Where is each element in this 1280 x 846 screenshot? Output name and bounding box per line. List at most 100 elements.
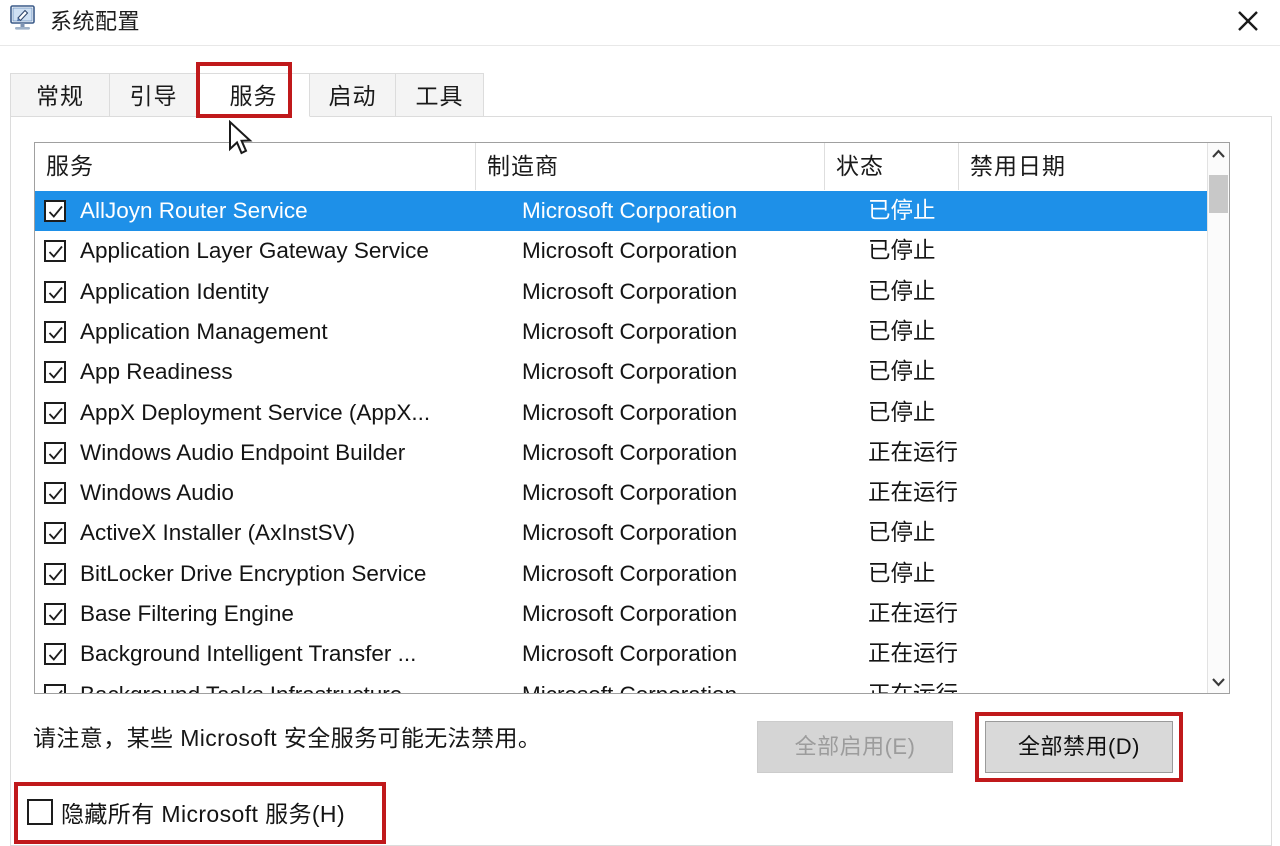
cell-disabled-date — [1005, 231, 1195, 271]
cell-status: 已停止 — [868, 520, 936, 546]
cell-manufacturer: Microsoft Corporation — [522, 480, 738, 506]
table-row[interactable]: ActiveX Installer (AxInstSV) Microsoft Co… — [35, 513, 1207, 553]
cell-manufacturer: Microsoft Corporation — [522, 601, 738, 626]
row-checkbox[interactable] — [44, 683, 66, 693]
cell-status: 正在运行 — [868, 675, 988, 693]
cell-disabled-date — [1005, 352, 1195, 392]
cell-manufacturer: Microsoft Corporation — [522, 675, 852, 693]
cell-disabled-date — [1005, 594, 1195, 634]
cell-disabled-date — [1005, 473, 1195, 513]
row-checkbox[interactable] — [44, 643, 66, 666]
column-header-service[interactable]: 服务 — [35, 143, 476, 190]
cell-manufacturer: Microsoft Corporation — [522, 359, 738, 385]
column-header-manufacturer[interactable]: 制造商 — [476, 143, 825, 190]
cell-status: 已停止 — [868, 399, 936, 425]
cell-manufacturer: Microsoft Corporation — [522, 641, 738, 667]
cell-disabled-date — [1005, 634, 1195, 674]
hide-microsoft-services-label: 隐藏所有 Microsoft 服务(H) — [61, 801, 345, 827]
table-row[interactable]: Background Tasks Infrastructure Microsoft… — [35, 675, 1207, 693]
cell-service-name: ActiveX Installer (AxInstSV) — [80, 520, 356, 546]
list-header-row: 服务 制造商 状态 禁用日期 — [35, 143, 1229, 192]
scroll-up-icon[interactable] — [1208, 143, 1229, 165]
services-list: 服务 制造商 状态 禁用日期 AllJoyn Router Service Mic… — [34, 142, 1230, 694]
close-icon[interactable] — [1220, 0, 1276, 44]
table-row[interactable]: BitLocker Drive Encryption Service Micros… — [35, 554, 1207, 594]
table-row[interactable]: Base Filtering Engine Microsoft Corporati… — [35, 594, 1207, 634]
cell-status: 已停止 — [868, 318, 936, 344]
table-row[interactable]: Application Identity Microsoft Corporatio… — [35, 272, 1207, 312]
row-checkbox[interactable] — [44, 522, 66, 545]
row-checkbox[interactable] — [44, 603, 66, 625]
list-scrollbar[interactable] — [1207, 143, 1229, 693]
tab-startup[interactable]: 启动 — [310, 73, 396, 117]
system-config-monitor-icon — [9, 5, 39, 32]
row-checkbox[interactable] — [44, 401, 66, 424]
cell-disabled-date — [1005, 675, 1195, 693]
cell-service-name: Windows Audio — [80, 480, 234, 506]
row-checkbox[interactable] — [44, 320, 66, 343]
cell-manufacturer: Microsoft Corporation — [522, 439, 738, 465]
cell-disabled-date — [1005, 272, 1195, 312]
row-checkbox[interactable] — [44, 200, 66, 222]
cell-manufacturer: Microsoft Corporation — [522, 198, 738, 223]
cell-service-name: Application Layer Gateway Service — [80, 238, 429, 264]
cell-service-name: AllJoyn Router Service — [80, 198, 308, 223]
tab-strip: 常规 引导 服务 启动 工具 — [10, 73, 1272, 117]
cell-status: 已停止 — [868, 560, 936, 586]
cell-manufacturer: Microsoft Corporation — [522, 560, 738, 586]
table-row[interactable]: Background Intelligent Transfer ... Micro… — [35, 634, 1207, 674]
table-row[interactable]: Application Management Microsoft Corporat… — [35, 312, 1207, 352]
cell-disabled-date — [1005, 554, 1195, 594]
cell-manufacturer: Microsoft Corporation — [522, 318, 738, 344]
row-checkbox[interactable] — [44, 361, 66, 384]
table-row[interactable]: AppX Deployment Service (AppX... Microsof… — [35, 393, 1207, 433]
cell-manufacturer: Microsoft Corporation — [522, 278, 738, 304]
cell-service-name: Base Filtering Engine — [80, 601, 294, 626]
hide-microsoft-services-checkbox[interactable]: 隐藏所有 Microsoft 服务(H) — [27, 790, 345, 834]
row-checkbox[interactable] — [44, 240, 66, 263]
window-title: 系统配置 — [50, 9, 141, 34]
cell-manufacturer: Microsoft Corporation — [522, 238, 738, 264]
table-row[interactable]: Windows Audio Endpoint Builder Microsoft … — [35, 433, 1207, 473]
cell-status: 已停止 — [868, 238, 936, 264]
cell-service-name: BitLocker Drive Encryption Service — [80, 560, 427, 586]
row-checkbox[interactable] — [44, 441, 66, 464]
services-note: 请注意，某些 Microsoft 安全服务可能无法禁用。 — [33, 725, 542, 751]
disable-all-button[interactable]: 全部禁用(D) — [985, 721, 1173, 773]
tab-services[interactable]: 服务 — [198, 73, 310, 117]
cell-manufacturer: Microsoft Corporation — [522, 520, 738, 546]
tab-general[interactable]: 常规 — [10, 73, 110, 117]
column-header-status[interactable]: 状态 — [825, 143, 959, 190]
cell-status: 已停止 — [868, 359, 936, 385]
table-row[interactable]: AllJoyn Router Service Microsoft Corporat… — [35, 191, 1207, 231]
cell-status: 已停止 — [868, 278, 936, 304]
tab-boot[interactable]: 引导 — [110, 73, 198, 117]
cell-disabled-date — [1005, 433, 1195, 473]
cell-status: 正在运行 — [868, 480, 959, 506]
row-checkbox[interactable] — [44, 482, 66, 505]
list-rows-viewport: AllJoyn Router Service Microsoft Corporat… — [35, 191, 1207, 693]
title-bar: 系统配置 — [0, 0, 1280, 46]
cell-status: 正在运行 — [868, 601, 959, 626]
table-row[interactable]: App Readiness Microsoft Corporation 已停止 — [35, 352, 1207, 392]
cell-disabled-date — [1005, 191, 1195, 231]
cell-status: 正在运行 — [868, 439, 959, 465]
scroll-down-icon[interactable] — [1208, 671, 1229, 693]
tab-tools[interactable]: 工具 — [396, 73, 484, 117]
cell-disabled-date — [1005, 312, 1195, 352]
table-row[interactable]: Windows Audio Microsoft Corporation 正在运行 — [35, 473, 1207, 513]
cell-service-name: Background Intelligent Transfer ... — [80, 641, 417, 667]
hide-microsoft-services-checkbox-box[interactable] — [27, 799, 53, 825]
column-header-disabled-date[interactable]: 禁用日期 — [959, 143, 1207, 190]
row-checkbox[interactable] — [44, 562, 66, 585]
cell-service-name: AppX Deployment Service (AppX... — [80, 399, 431, 425]
scrollbar-thumb[interactable] — [1209, 175, 1228, 213]
cell-service-name: Application Identity — [80, 278, 269, 304]
cell-disabled-date — [1005, 393, 1195, 433]
row-checkbox[interactable] — [44, 280, 66, 303]
enable-all-button[interactable]: 全部启用(E) — [757, 721, 953, 773]
cell-status: 正在运行 — [868, 641, 959, 667]
table-row[interactable]: Application Layer Gateway Service Microso… — [35, 231, 1207, 271]
cell-status: 已停止 — [868, 198, 936, 223]
cell-service-name: Background Tasks Infrastructure — [80, 675, 510, 693]
